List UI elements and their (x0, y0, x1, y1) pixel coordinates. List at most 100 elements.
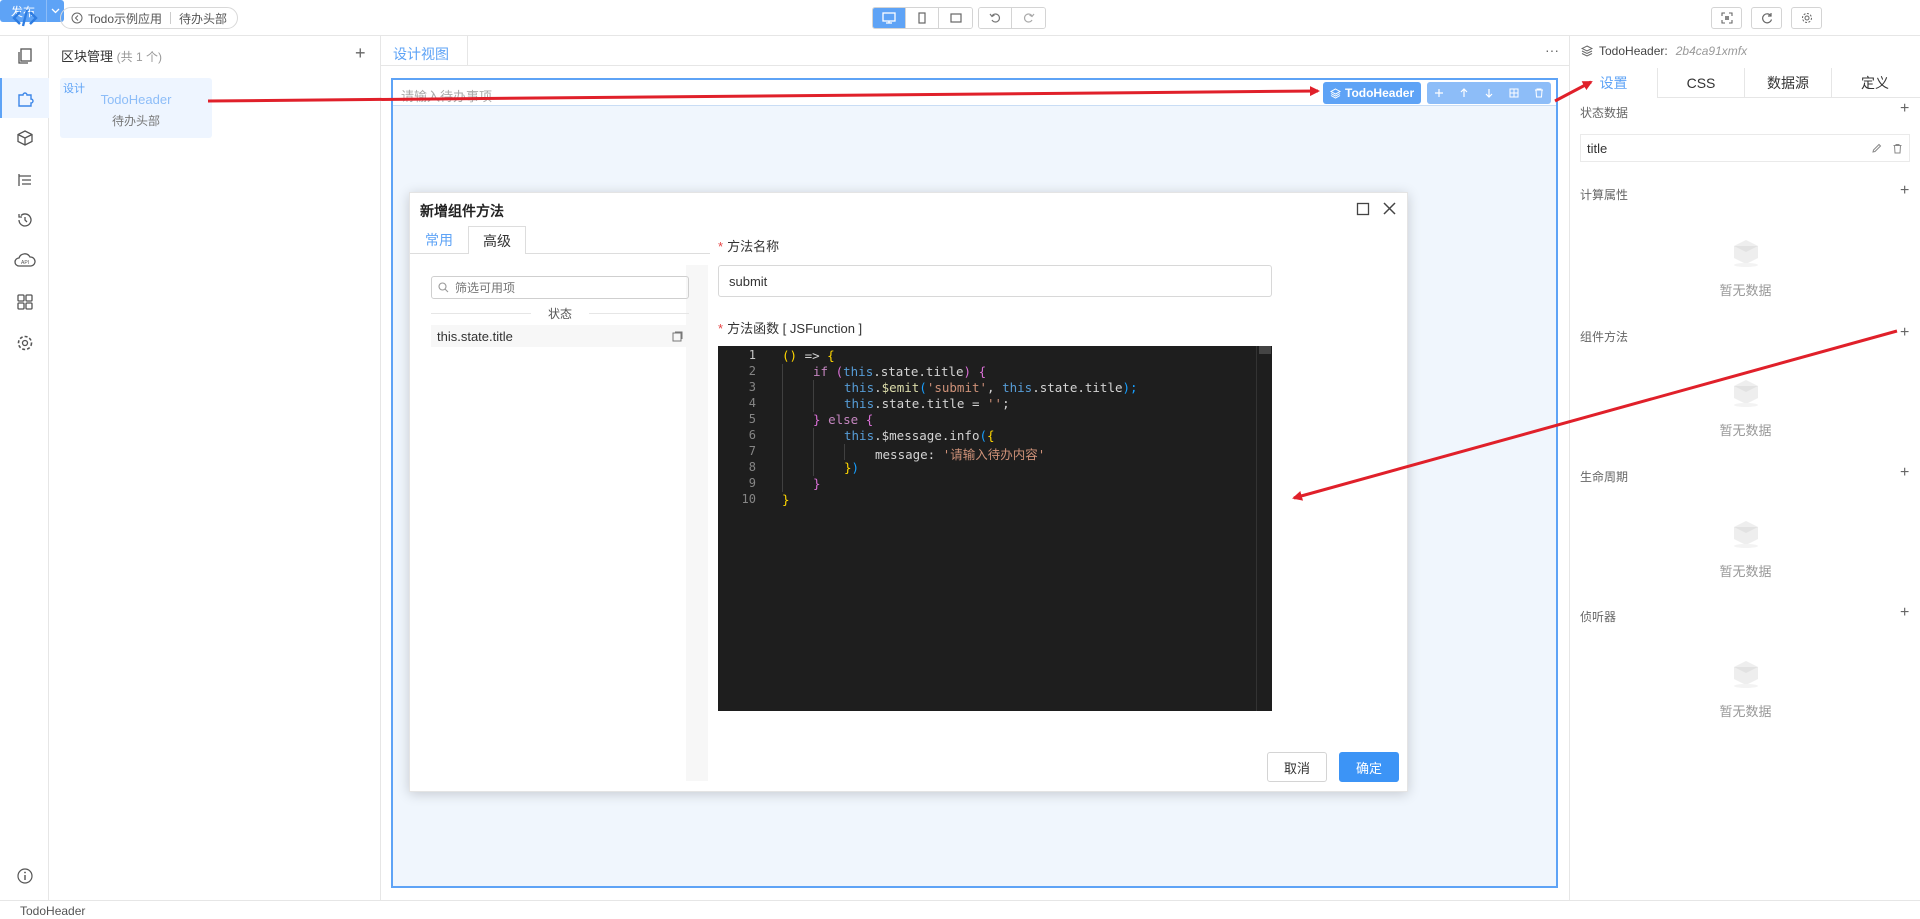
rail-settings[interactable] (0, 323, 49, 363)
breadcrumb-app-name[interactable]: Todo示例应用 (88, 10, 162, 27)
status-bar: TodoHeader (0, 900, 1920, 919)
empty-box-icon (1728, 653, 1764, 689)
tablet-icon (949, 13, 962, 23)
tab-settings[interactable]: 设置 (1570, 68, 1657, 98)
rail-api[interactable]: API (0, 241, 49, 281)
layers-icon (1581, 45, 1593, 57)
more-horizontal-icon[interactable]: ··· (1545, 42, 1559, 58)
code-line-6: this.$message.info({ (844, 428, 995, 443)
search-icon (438, 282, 449, 293)
method-name-input[interactable] (718, 265, 1272, 297)
add-sibling-button[interactable] (1427, 82, 1452, 104)
redo-icon (1023, 13, 1034, 23)
section-title: 状态数据 (1580, 106, 1629, 120)
variable-picker: 状态 this.state.title (420, 265, 708, 781)
gear-icon (17, 335, 32, 351)
confirm-button[interactable]: 确定 (1339, 752, 1399, 782)
desktop-icon (882, 12, 896, 24)
filter-input[interactable] (455, 280, 675, 295)
section-title: 计算属性 (1580, 188, 1629, 202)
filter-input-wrap[interactable] (431, 276, 689, 299)
code-line-7: message: '请输入待办内容' (875, 447, 1046, 462)
todo-input-preview[interactable]: 请输入待办事项 TodoHeader (393, 80, 1556, 106)
desktop-view-button[interactable] (873, 8, 906, 28)
code-line-9: } (813, 476, 821, 491)
selection-toolbar (1427, 82, 1551, 104)
block-name: TodoHeader (100, 92, 172, 107)
rail-info[interactable] (0, 856, 49, 896)
input-placeholder: 请输入待办事项 (401, 89, 493, 104)
add-watcher-button[interactable]: + (1900, 604, 1909, 622)
properties-panel: TodoHeader: 2b4ca91xmfx 设置 CSS 数据源 定义 状态… (1569, 36, 1920, 900)
move-up-button[interactable] (1452, 82, 1477, 104)
code-line-2: if (this.state.title) { (813, 364, 987, 379)
block-subtitle: 待办头部 (111, 114, 160, 128)
code-line-4: this.state.title = ''; (844, 396, 1010, 411)
code-logo-icon[interactable] (12, 7, 38, 29)
refresh-button[interactable] (1751, 7, 1782, 29)
empty-box-icon (1728, 372, 1764, 408)
add-block-button[interactable]: + (355, 44, 366, 62)
tab-advanced[interactable]: 高级 (468, 226, 526, 254)
rail-blocks[interactable] (0, 78, 49, 118)
code-line-3: this.$emit('submit', this.state.title); (844, 380, 1138, 395)
tab-design-view[interactable]: 设计视图 (393, 44, 449, 64)
tree-icon (17, 174, 31, 186)
copy-button[interactable] (1501, 82, 1526, 104)
history-icon (17, 213, 32, 227)
editor-scrollbar[interactable] (1256, 346, 1272, 711)
code-line-8: }) (844, 460, 860, 475)
trash-icon[interactable] (1892, 143, 1903, 154)
tab-definition[interactable]: 定义 (1831, 68, 1918, 98)
list-item[interactable]: this.state.title (431, 325, 689, 347)
block-count: (共 1 个) (116, 50, 162, 64)
watchers-empty: 暂无数据 (1570, 653, 1920, 720)
tab-common[interactable]: 常用 (410, 226, 468, 254)
refresh-icon (1761, 13, 1772, 24)
chevron-down-icon (51, 8, 60, 14)
block-card[interactable]: 设计 TodoHeader 待办头部 (60, 78, 212, 138)
tab-datasource[interactable]: 数据源 (1744, 68, 1831, 98)
tablet-view-button[interactable] (939, 8, 972, 28)
rail-pages[interactable] (0, 36, 49, 76)
code-line-5: } else { (813, 412, 874, 427)
component-id: 2b4ca91xmfx (1675, 44, 1748, 58)
cancel-button[interactable]: 取消 (1267, 752, 1327, 782)
insert-icon[interactable] (672, 331, 683, 342)
code-editor[interactable]: 1 2 3 4 5 6 7 8 9 10 () => { if (this.st… (718, 346, 1272, 711)
svg-text:API: API (21, 260, 29, 266)
rail-history[interactable] (0, 200, 49, 240)
edit-icon[interactable] (1871, 143, 1882, 154)
rail-plugins[interactable] (0, 282, 49, 322)
component-header: TodoHeader: 2b4ca91xmfx (1581, 44, 1747, 58)
add-state-button[interactable]: + (1900, 100, 1909, 118)
methods-empty: 暂无数据 (1570, 372, 1920, 439)
maximize-icon[interactable] (1356, 202, 1370, 216)
mobile-icon (918, 12, 926, 24)
history-controls (978, 7, 1046, 29)
panel-title: 区块管理 (共 1 个) (61, 49, 162, 64)
tab-css[interactable]: CSS (1657, 68, 1744, 98)
cube-icon (16, 130, 33, 146)
delete-button[interactable] (1526, 82, 1551, 104)
add-computed-button[interactable]: + (1900, 182, 1909, 200)
method-function-label: * 方法函数 [ JSFunction ] (718, 321, 863, 336)
group-divider: 状态 (431, 305, 689, 321)
rail-components[interactable] (0, 118, 49, 158)
move-down-button[interactable] (1477, 82, 1502, 104)
add-method-dialog: 新增组件方法 常用 高级 状态 this.state.title *方法名称 (409, 192, 1408, 792)
mobile-view-button[interactable] (906, 8, 939, 28)
add-lifecycle-button[interactable]: + (1900, 464, 1909, 482)
screenshot-button[interactable] (1711, 7, 1742, 29)
back-circle-icon (71, 12, 83, 24)
add-method-button[interactable]: + (1900, 324, 1909, 342)
state-item[interactable]: title (1580, 134, 1910, 162)
rail-outline[interactable] (0, 160, 49, 200)
empty-box-icon (1728, 232, 1764, 268)
redo-button[interactable] (1012, 8, 1045, 28)
app-breadcrumb[interactable]: Todo示例应用 待办头部 (60, 7, 239, 29)
close-icon[interactable] (1382, 201, 1397, 216)
undo-button[interactable] (979, 8, 1012, 28)
settings-button[interactable] (1791, 7, 1822, 29)
selected-component-label[interactable]: TodoHeader (1323, 82, 1422, 104)
